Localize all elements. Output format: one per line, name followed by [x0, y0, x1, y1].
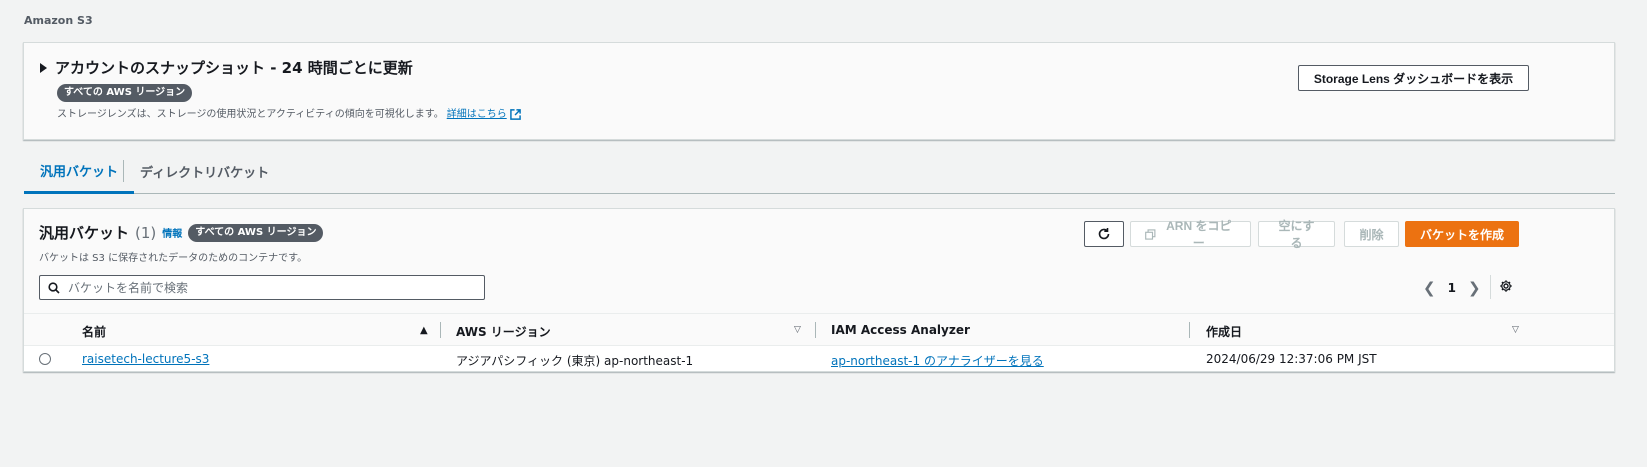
buckets-panel: 汎用バケット (1) 情報 すべての AWS リージョン バケットは S3 に保…	[23, 208, 1615, 372]
column-divider[interactable]	[815, 322, 816, 338]
bucket-name-cell: raisetech-lecture5-s3	[82, 352, 209, 366]
search-icon	[48, 281, 60, 294]
sort-icon[interactable]: ▽	[794, 325, 801, 335]
bucket-region-cell: アジアパシフィック (東京) ap-northeast-1	[456, 354, 694, 368]
column-divider[interactable]	[440, 322, 441, 338]
tab-general-purpose-buckets[interactable]: 汎用バケット	[24, 150, 135, 194]
refresh-button[interactable]	[1084, 221, 1124, 247]
bucket-count: (1)	[135, 223, 157, 242]
buckets-panel-header: 汎用バケット (1) 情報 すべての AWS リージョン バケットは S3 に保…	[24, 209, 1614, 313]
row-select-radio[interactable]	[39, 353, 51, 365]
empty-bucket-button[interactable]: 空にする	[1258, 219, 1335, 250]
analyzer-link[interactable]: ap-northeast-1 のアナライザーを見る	[831, 354, 1044, 368]
snapshot-title: アカウントのスナップショット - 24 時間ごとに更新	[55, 59, 413, 77]
snapshot-description-text: ストレージレンズは、ストレージの使用状況とアクティビティの傾向を可視化します。	[57, 109, 444, 120]
page-number[interactable]: 1	[1448, 281, 1456, 295]
snapshot-expander[interactable]: アカウントのスナップショット - 24 時間ごとに更新	[40, 57, 413, 78]
copy-icon	[1145, 228, 1156, 240]
refresh-icon	[1098, 228, 1110, 240]
pagination: ❮ 1 ❯	[1423, 279, 1481, 297]
table-row: raisetech-lecture5-s3 アジアパシフィック (東京) ap-…	[24, 346, 1614, 372]
delete-bucket-button[interactable]: 削除	[1344, 221, 1399, 247]
table-header: 名前 ▲ AWS リージョン ▽ IAM Access Analyzer 作成日…	[24, 313, 1614, 346]
all-regions-badge: すべての AWS リージョン	[188, 223, 324, 242]
chevron-right-icon[interactable]: ❯	[1468, 279, 1481, 297]
pagination-divider	[1490, 275, 1491, 299]
snapshot-description: ストレージレンズは、ストレージの使用状況とアクティビティの傾向を可視化します。詳…	[57, 105, 521, 120]
buckets-title-row: 汎用バケット (1) 情報 すべての AWS リージョン	[39, 222, 324, 243]
column-created-header[interactable]: 作成日	[1206, 323, 1242, 340]
analyzer-cell: ap-northeast-1 のアナライザーを見る	[831, 352, 1044, 369]
column-analyzer-header[interactable]: IAM Access Analyzer	[831, 323, 970, 337]
created-date-cell: 2024/06/29 12:37:06 PM JST	[1206, 352, 1377, 366]
column-divider[interactable]	[1189, 322, 1190, 338]
learn-more-link[interactable]: 詳細はこちら	[447, 109, 507, 120]
tab-directory-buckets[interactable]: ディレクトリバケット	[124, 150, 285, 193]
column-region-header[interactable]: AWS リージョン	[456, 323, 551, 340]
account-snapshot-panel: アカウントのスナップショット - 24 時間ごとに更新 すべての AWS リージ…	[23, 42, 1615, 140]
sort-ascending-icon[interactable]: ▲	[420, 325, 428, 336]
region-badge: すべての AWS リージョン	[57, 84, 193, 102]
storage-lens-dashboard-button[interactable]: Storage Lens ダッシュボードを表示	[1298, 65, 1529, 91]
bucket-type-tabs: 汎用バケット ディレクトリバケット	[24, 150, 1615, 194]
caret-right-icon	[40, 62, 47, 73]
external-link-icon[interactable]	[509, 108, 521, 120]
column-name-header[interactable]: 名前	[82, 323, 106, 340]
gear-icon[interactable]	[1499, 279, 1513, 293]
buckets-description: バケットは S3 に保存されたデータのためのコンテナです。	[39, 253, 308, 264]
buckets-title: 汎用バケット	[39, 224, 130, 242]
bucket-name-link[interactable]: raisetech-lecture5-s3	[82, 352, 209, 366]
copy-arn-button[interactable]: ARN をコピー	[1130, 219, 1251, 250]
copy-arn-label: ARN をコピー	[1166, 219, 1232, 250]
chevron-left-icon[interactable]: ❮	[1423, 279, 1436, 297]
create-bucket-button[interactable]: バケットを作成	[1405, 221, 1519, 247]
breadcrumb[interactable]: Amazon S3	[24, 14, 93, 27]
bucket-search[interactable]	[39, 275, 485, 300]
bucket-search-input[interactable]	[68, 280, 468, 295]
info-link[interactable]: 情報	[162, 225, 182, 240]
sort-icon[interactable]: ▽	[1512, 325, 1519, 335]
